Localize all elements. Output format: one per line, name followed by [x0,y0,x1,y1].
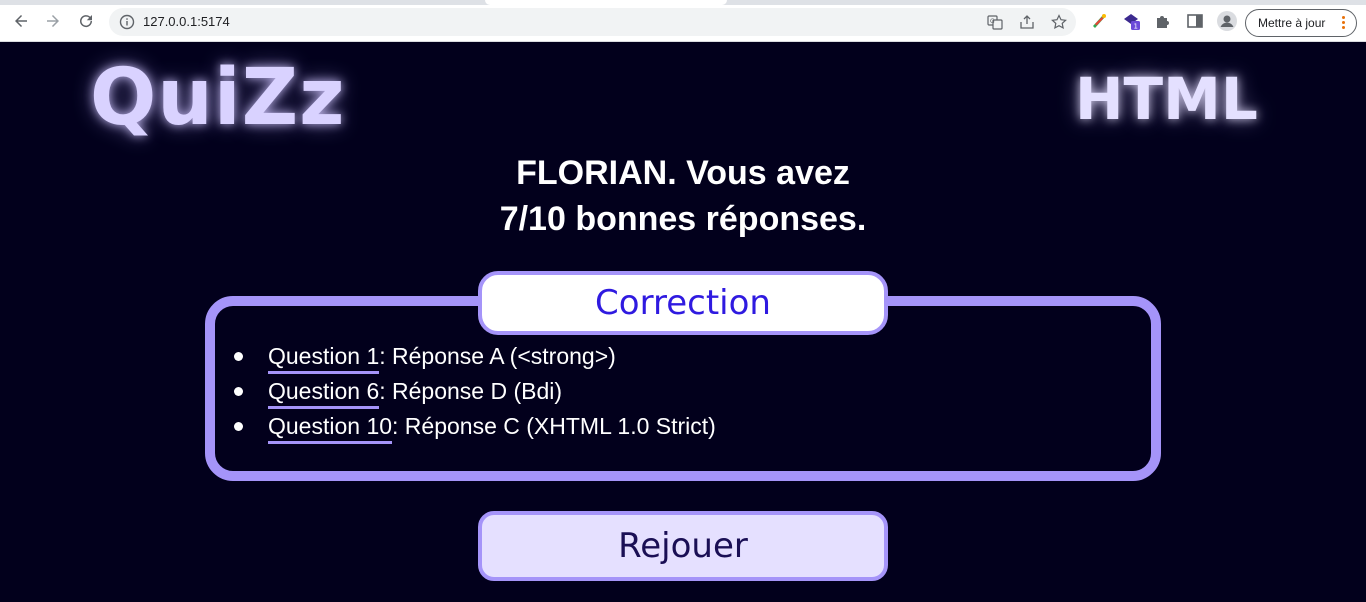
score-message: FLORIAN. Vous avez 7/10 bonnes réponses. [383,150,983,242]
update-button[interactable]: Mettre à jour [1245,9,1357,37]
list-item: Question 1: Réponse A (<strong>) [230,339,716,374]
question-link-1[interactable]: Question 1 [268,343,380,374]
question-link-6[interactable]: Question 6 [268,378,380,409]
score-line-2: 7/10 bonnes réponses. [499,200,867,238]
translate-icon[interactable]: G [987,14,1003,30]
active-tab[interactable] [485,0,727,5]
puzzle-icon[interactable] [1154,12,1172,30]
quizz-logo: QuiZz [90,53,346,143]
answer-text-10: : Réponse C (XHTML 1.0 Strict) [392,413,716,439]
svg-text:1: 1 [1134,23,1138,31]
extension-badge-icon[interactable]: 1 [1122,12,1140,30]
bullet-icon [234,352,243,361]
list-item: Question 10: Réponse C (XHTML 1.0 Strict… [230,409,716,444]
question-link-10[interactable]: Question 10 [268,413,393,444]
back-icon[interactable] [11,11,31,31]
replay-button[interactable]: Rejouer [478,511,888,581]
profile-icon[interactable] [1217,11,1237,31]
url-text[interactable]: 127.0.0.1:5174 [143,14,230,29]
bullet-icon [234,422,243,431]
update-button-label: Mettre à jour [1258,16,1326,30]
browser-toolbar: 127.0.0.1:5174 G 1 Mettre à jour [0,0,1366,42]
tab-strip [0,0,1366,5]
correction-title: Correction [478,271,888,335]
menu-dots-icon[interactable] [1342,16,1346,30]
forward-icon[interactable] [43,11,63,31]
reload-icon[interactable] [76,11,96,31]
bullet-icon [234,387,243,396]
list-item: Question 6: Réponse D (Bdi) [230,374,716,409]
side-panel-icon[interactable] [1186,12,1204,30]
quiz-page: QuiZz HTML FLORIAN. Vous avez 7/10 bonne… [0,43,1366,602]
svg-text:G: G [990,18,995,25]
answer-text-6: : Réponse D (Bdi) [379,378,563,404]
score-line-1: FLORIAN. Vous avez [516,154,850,192]
html-logo: HTML [1075,65,1258,133]
share-icon[interactable] [1019,14,1035,30]
extension-color-icon[interactable] [1090,12,1108,30]
bookmark-star-icon[interactable] [1051,14,1067,30]
correction-list: Question 1: Réponse A (<strong>) Questio… [230,339,716,444]
answer-text-1: : Réponse A (<strong>) [379,343,616,369]
info-icon[interactable] [119,14,135,30]
address-bar[interactable]: 127.0.0.1:5174 G [109,8,1076,36]
